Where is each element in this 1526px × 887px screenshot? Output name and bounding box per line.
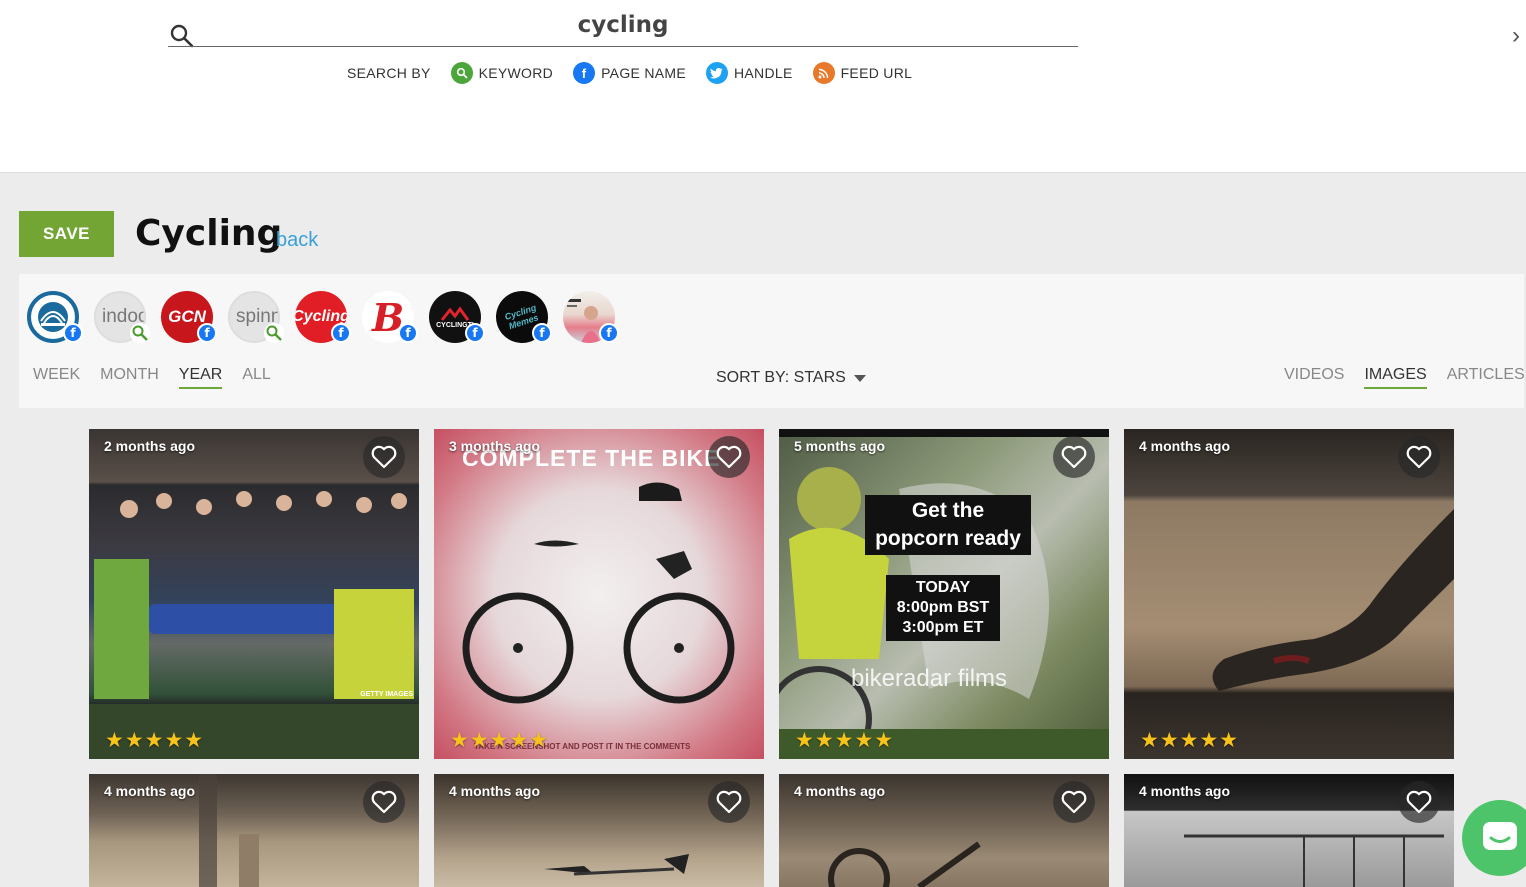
rss-icon	[812, 62, 835, 84]
facebook-icon: f	[197, 323, 217, 343]
favorite-heart-icon[interactable]	[1398, 781, 1440, 823]
search-by-page-name-label: PAGE NAME	[601, 65, 686, 81]
image-time-bst: 8:00pm BST	[896, 599, 990, 616]
source-avatar[interactable]: Cycling Memes f	[489, 284, 555, 350]
back-link[interactable]: back	[276, 229, 318, 252]
facebook-icon: f	[599, 323, 619, 343]
facebook-icon: f	[573, 62, 596, 84]
star-rating: ★★★★★	[105, 728, 205, 752]
post-card[interactable]: 4 months ago	[434, 774, 764, 887]
star-rating: ★★★★★	[1140, 728, 1240, 752]
source-keyword[interactable]: spinn	[228, 291, 284, 343]
favorite-heart-icon[interactable]	[363, 781, 405, 823]
source-keyword[interactable]: indoo	[94, 291, 150, 343]
post-age: 4 months ago	[794, 783, 886, 799]
search-area: cycling SEARCH BY KEYWORD f PAGE NAME HA…	[0, 0, 1526, 173]
search-icon	[130, 323, 150, 343]
image-time-et: 3:00pm ET	[902, 619, 984, 636]
post-card[interactable]: 4 months ago ★★★★★	[1124, 429, 1454, 759]
post-age: 2 months ago	[104, 438, 196, 454]
content-type-tabs: VIDEOS IMAGES ARTICLES	[1284, 366, 1526, 389]
post-card[interactable]: 4 months ago	[1124, 774, 1454, 887]
favorite-heart-icon[interactable]	[708, 436, 750, 478]
favorite-heart-icon[interactable]	[1398, 436, 1440, 478]
post-age: 4 months ago	[1139, 438, 1231, 454]
search-underline	[168, 46, 1078, 47]
star-rating: ★★★★★	[795, 728, 895, 752]
search-icon	[450, 62, 473, 84]
post-card[interactable]: GETTY IMAGES 2 months ago ★★★★★	[89, 429, 419, 759]
image-date-box: TODAY 8:00pm BST 3:00pm ET	[886, 575, 1000, 641]
search-by-keyword-label: KEYWORD	[478, 65, 554, 81]
source-avatar[interactable]: f	[27, 291, 83, 343]
tab-week[interactable]: WEEK	[33, 366, 80, 389]
post-card[interactable]: 4 months ago	[779, 774, 1109, 887]
search-by-feed-url-label: FEED URL	[840, 65, 913, 81]
search-icon	[264, 323, 284, 343]
caret-down-icon	[853, 374, 866, 382]
source-avatar[interactable]: GCN f	[161, 291, 217, 343]
source-avatar[interactable]: Cycling f	[295, 291, 351, 343]
post-image: COMPLETE THE BIKE TAKE A SCREENSHOT AND …	[434, 429, 764, 759]
source-avatar[interactable]: B f	[362, 291, 418, 343]
image-date-line: TODAY	[915, 579, 971, 596]
search-by-label: SEARCH BY	[347, 65, 431, 81]
search-by-keyword[interactable]: KEYWORD	[450, 62, 554, 84]
tab-all[interactable]: ALL	[242, 366, 270, 389]
source-list: f indoo GCN f spinn Cycling f B f	[27, 284, 630, 350]
image-brand: bikeradar films	[851, 665, 1008, 692]
post-card[interactable]: 4 months ago	[89, 774, 419, 887]
post-age: 4 months ago	[104, 783, 196, 799]
search-by-page-name[interactable]: f PAGE NAME	[573, 62, 686, 84]
tab-images[interactable]: IMAGES	[1364, 366, 1427, 389]
search-by-options: SEARCH BY KEYWORD f PAGE NAME HANDLE FEE…	[347, 62, 932, 84]
tab-month[interactable]: MONTH	[100, 366, 159, 389]
tab-year[interactable]: YEAR	[178, 366, 223, 389]
sort-dropdown[interactable]: SORT BY: STARS	[716, 369, 866, 387]
post-image	[1124, 429, 1454, 759]
facebook-icon: f	[331, 323, 351, 343]
search-input[interactable]: cycling	[168, 12, 1078, 38]
star-rating: ★★★★★	[450, 728, 550, 752]
tab-articles[interactable]: ARTICLES	[1447, 366, 1525, 389]
post-card[interactable]: Get the popcorn ready TODAY 8:00pm BST 3…	[779, 429, 1109, 759]
post-age: 4 months ago	[449, 783, 541, 799]
post-age: 3 months ago	[449, 438, 541, 454]
post-image: GETTY IMAGES	[89, 429, 419, 759]
source-avatar[interactable]: f	[563, 291, 619, 343]
search-by-handle-label: HANDLE	[733, 65, 793, 81]
time-range-tabs: WEEK MONTH YEAR ALL	[33, 366, 291, 389]
facebook-icon: f	[63, 323, 83, 343]
facebook-icon: f	[398, 323, 418, 343]
image-watermark: GETTY IMAGES	[360, 691, 413, 698]
post-card[interactable]: COMPLETE THE BIKE TAKE A SCREENSHOT AND …	[434, 429, 764, 759]
facebook-icon: f	[532, 323, 552, 343]
chat-launcher-button[interactable]	[1462, 800, 1526, 876]
search-by-handle[interactable]: HANDLE	[705, 62, 793, 84]
sort-label: SORT BY: STARS	[716, 369, 846, 386]
tab-videos[interactable]: VIDEOS	[1284, 366, 1344, 389]
filter-panel: f indoo GCN f spinn Cycling f B f	[19, 274, 1526, 408]
source-avatar[interactable]: CYCLINGTI f	[429, 291, 485, 343]
favorite-heart-icon[interactable]	[1053, 781, 1095, 823]
twitter-icon	[705, 62, 728, 84]
facebook-icon: f	[465, 323, 485, 343]
favorite-heart-icon[interactable]	[1053, 436, 1095, 478]
post-age: 5 months ago	[794, 438, 886, 454]
image-headline: Get the popcorn ready	[865, 495, 1031, 555]
chat-icon	[1483, 822, 1517, 850]
post-image: Get the popcorn ready TODAY 8:00pm BST 3…	[779, 429, 1109, 759]
chevron-right-icon[interactable]: ›	[1512, 24, 1526, 48]
page-title: Cycling	[135, 213, 283, 254]
save-button[interactable]: SAVE	[19, 211, 114, 257]
favorite-heart-icon[interactable]	[363, 436, 405, 478]
post-age: 4 months ago	[1139, 783, 1231, 799]
search-by-feed-url[interactable]: FEED URL	[812, 62, 913, 84]
favorite-heart-icon[interactable]	[708, 781, 750, 823]
